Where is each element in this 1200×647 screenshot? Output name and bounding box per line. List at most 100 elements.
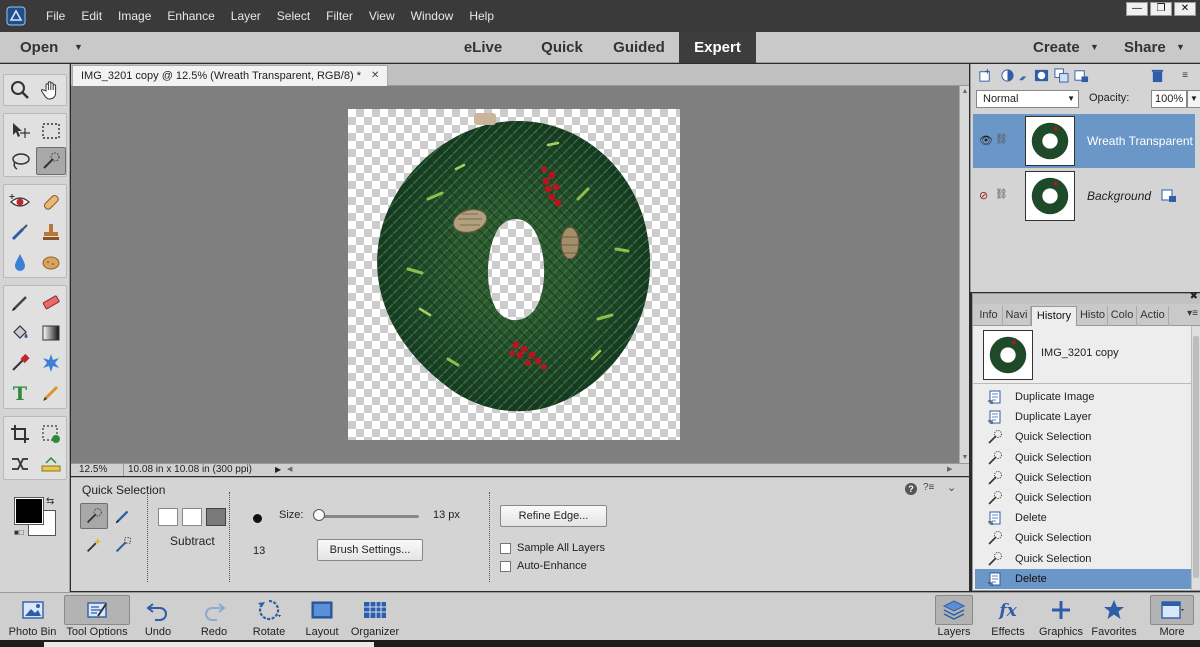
scroll-left-icon[interactable]: ◀: [287, 464, 292, 476]
photo-bin-button[interactable]: Photo Bin: [5, 595, 60, 641]
history-item[interactable]: Quick Selection: [975, 448, 1191, 468]
tab-history[interactable]: History: [1031, 306, 1077, 326]
new-fill-adjustment-layer-icon[interactable]: [999, 67, 1015, 83]
rotate-button[interactable]: Rotate: [248, 595, 290, 641]
straighten-tool-icon[interactable]: [36, 450, 66, 478]
share-dropdown-arrow-icon[interactable]: ▼: [1176, 32, 1185, 63]
options-menu-icon[interactable]: ?≡: [923, 482, 934, 493]
status-menu-arrow-icon[interactable]: ▶: [275, 464, 281, 476]
menu-view[interactable]: View: [361, 0, 403, 32]
type-tool-icon[interactable]: T: [5, 379, 35, 407]
refine-edge-button[interactable]: Refine Edge...: [500, 505, 607, 527]
history-snapshot[interactable]: IMG_3201 copy: [973, 326, 1191, 384]
menu-filter[interactable]: Filter: [318, 0, 361, 32]
minimize-button[interactable]: —: [1126, 2, 1148, 16]
layers-button[interactable]: Layers: [935, 595, 973, 641]
sample-all-layers-row[interactable]: Sample All Layers: [500, 542, 605, 554]
panel-close-icon[interactable]: ✖: [1190, 291, 1198, 302]
menu-enhance[interactable]: Enhance: [159, 0, 222, 32]
auto-selection-option-icon[interactable]: [109, 532, 137, 558]
blur-tool-icon[interactable]: [5, 248, 35, 276]
sponge-tool-icon[interactable]: [36, 248, 66, 276]
menu-layer[interactable]: Layer: [223, 0, 269, 32]
smart-brush-icon[interactable]: [5, 218, 35, 246]
menu-image[interactable]: Image: [110, 0, 159, 32]
tab-expert[interactable]: Expert: [679, 32, 756, 63]
collapse-panel-icon[interactable]: ⌄: [947, 481, 956, 494]
brush-settings-button[interactable]: Brush Settings...: [317, 539, 423, 561]
quick-selection-option-icon[interactable]: [80, 503, 108, 529]
history-scrollbar[interactable]: [1191, 326, 1200, 590]
clone-stamp-icon[interactable]: [36, 218, 66, 246]
menu-edit[interactable]: Edit: [73, 0, 110, 32]
tab-actions[interactable]: Actio: [1137, 306, 1169, 326]
menu-select[interactable]: Select: [269, 0, 318, 32]
layer-link-icon[interactable]: ⛓: [995, 134, 1008, 145]
menu-help[interactable]: Help: [461, 0, 502, 32]
tab-color[interactable]: Colo: [1108, 306, 1137, 326]
help-icon[interactable]: ?: [905, 483, 917, 495]
menu-file[interactable]: File: [38, 0, 73, 32]
history-item[interactable]: Duplicate Image: [975, 387, 1191, 407]
magic-wand-option-icon[interactable]: [80, 532, 108, 558]
sample-all-layers-checkbox[interactable]: [500, 542, 511, 554]
tab-info[interactable]: Info: [975, 306, 1003, 326]
layers-menu-icon[interactable]: ≡: [1177, 67, 1193, 83]
layer-link-icon[interactable]: ⛓: [995, 189, 1008, 200]
new-selection-mode-icon[interactable]: [158, 508, 178, 526]
history-item[interactable]: Delete: [975, 508, 1191, 528]
share-button[interactable]: Share: [1124, 32, 1166, 63]
effects-button[interactable]: fx Effects: [987, 595, 1029, 641]
open-dropdown-arrow-icon[interactable]: ▼: [74, 32, 83, 63]
layer-row-wreath-transparent[interactable]: 👁 ⛓ Wreath Transparent: [973, 114, 1195, 168]
tab-elive[interactable]: eLive: [450, 32, 516, 63]
hand-tool-icon[interactable]: [36, 76, 66, 104]
link-layers-icon[interactable]: [1053, 67, 1069, 83]
tab-quick[interactable]: Quick: [530, 32, 594, 63]
scroll-down-icon[interactable]: ▼: [960, 454, 970, 461]
restore-button[interactable]: ❐: [1150, 2, 1172, 16]
tab-histogram[interactable]: Histo: [1078, 306, 1108, 326]
document-tab-close-icon[interactable]: ✕: [371, 66, 379, 86]
document-tab[interactable]: IMG_3201 copy @ 12.5% (Wreath Transparen…: [72, 65, 389, 86]
create-dropdown-arrow-icon[interactable]: ▼: [1090, 32, 1099, 63]
document-image[interactable]: [348, 109, 680, 440]
tool-options-button[interactable]: Tool Options: [64, 595, 130, 641]
scroll-up-icon[interactable]: ▲: [960, 88, 970, 95]
history-item[interactable]: Quick Selection: [975, 468, 1191, 488]
default-colors-icon[interactable]: ■□: [14, 528, 24, 537]
favorites-button[interactable]: Favorites: [1090, 595, 1138, 641]
rectangular-marquee-icon[interactable]: [36, 117, 66, 145]
panel-menu-icon[interactable]: ▾≡: [1187, 308, 1198, 319]
auto-enhance-row[interactable]: Auto-Enhance: [500, 560, 587, 572]
new-layer-icon[interactable]: [977, 67, 993, 83]
history-scrollbar-thumb[interactable]: [1193, 336, 1199, 578]
lock-layer-icon[interactable]: [1073, 67, 1089, 83]
subtract-from-selection-mode-icon[interactable]: [206, 508, 226, 526]
layer-hidden-eye-icon[interactable]: ⊘: [979, 189, 988, 202]
gradient-tool-icon[interactable]: [36, 319, 66, 347]
selection-brush-option-icon[interactable]: [109, 503, 137, 529]
more-button[interactable]: More: [1150, 595, 1194, 641]
scroll-right-icon[interactable]: ▶: [947, 464, 952, 476]
pencil-tool-icon[interactable]: [36, 379, 66, 407]
opacity-input[interactable]: 100%: [1151, 90, 1187, 108]
history-item[interactable]: Quick Selection: [975, 427, 1191, 447]
move-tool-icon[interactable]: [5, 117, 35, 145]
tab-guided[interactable]: Guided: [604, 32, 674, 63]
layer-row-background[interactable]: ⊘ ⛓ Background: [973, 169, 1195, 223]
tab-navigator[interactable]: Navi: [1003, 306, 1031, 326]
history-item[interactable]: Quick Selection: [975, 528, 1191, 548]
eyedropper-tool-icon[interactable]: [5, 349, 35, 377]
canvas-area[interactable]: [71, 86, 959, 463]
layer-visibility-eye-icon[interactable]: 👁: [979, 134, 993, 147]
history-item[interactable]: Quick Selection: [975, 549, 1191, 569]
paint-bucket-icon[interactable]: [5, 319, 35, 347]
add-to-selection-mode-icon[interactable]: [182, 508, 202, 526]
auto-enhance-checkbox[interactable]: [500, 560, 511, 572]
foreground-color-swatch[interactable]: [14, 497, 44, 525]
red-eye-removal-icon[interactable]: [5, 188, 35, 216]
recompose-tool-icon[interactable]: [36, 420, 66, 448]
layout-button[interactable]: Layout: [302, 595, 342, 641]
redo-button[interactable]: Redo: [196, 595, 232, 641]
